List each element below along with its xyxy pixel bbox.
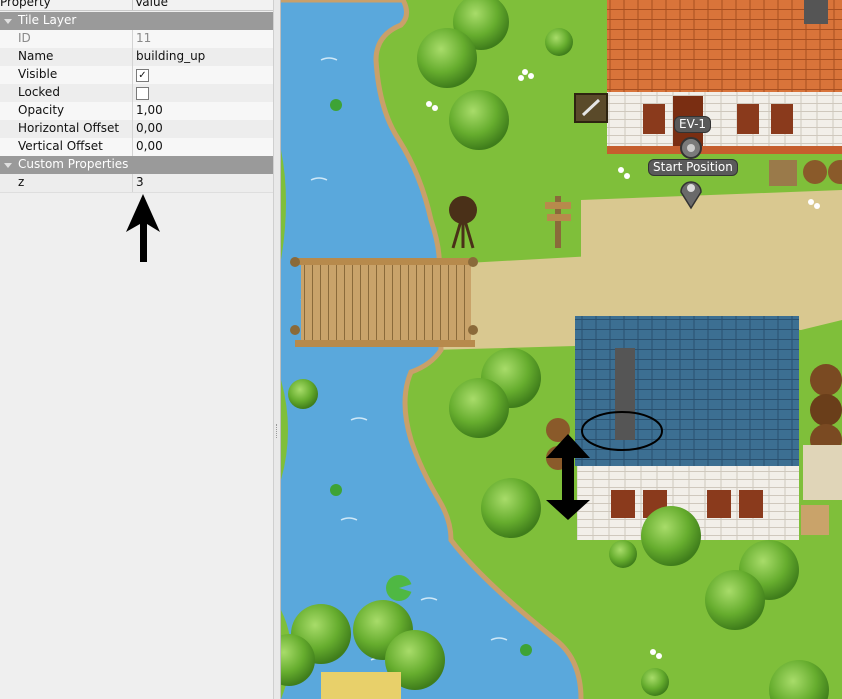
property-label: Vertical Offset	[18, 139, 103, 153]
header-separator	[132, 0, 133, 10]
column-separator	[132, 30, 133, 48]
map-canvas[interactable]: EV-1 Start Position	[281, 0, 842, 699]
group-custom-properties[interactable]: Custom Properties	[0, 156, 273, 174]
column-separator	[132, 120, 133, 138]
property-label: ID	[18, 31, 31, 45]
header-property: Property	[0, 0, 51, 9]
panel-splitter[interactable]	[273, 0, 281, 699]
property-label: Opacity	[18, 103, 65, 117]
property-value: 11	[136, 31, 152, 45]
group-label: Custom Properties	[18, 157, 129, 171]
property-row-name[interactable]: Name building_up	[0, 48, 273, 67]
start-position-badge[interactable]: Start Position	[648, 159, 738, 176]
z-field[interactable]: 3	[136, 175, 144, 189]
event-label-badge[interactable]: EV-1	[674, 116, 712, 133]
orange-roof-house	[607, 0, 842, 154]
column-separator	[132, 138, 133, 156]
opacity-field[interactable]: 1,00	[136, 103, 163, 117]
property-row-id: ID 11	[0, 30, 273, 49]
vertical-offset-field[interactable]: 0,00	[136, 139, 163, 153]
locked-checkbox[interactable]	[136, 87, 149, 100]
property-row-locked[interactable]: Locked	[0, 84, 273, 103]
column-separator	[132, 66, 133, 84]
property-row-z[interactable]: z 3	[0, 174, 273, 193]
crate	[801, 505, 829, 535]
header-value: Value	[135, 0, 168, 9]
blue-roof-house	[575, 316, 799, 540]
chimney	[615, 348, 635, 440]
arrow-up-icon	[126, 194, 160, 262]
column-separator	[132, 102, 133, 120]
name-field[interactable]: building_up	[136, 49, 205, 63]
visible-checkbox[interactable]: ✓	[136, 69, 149, 82]
property-label: Horizontal Offset	[18, 121, 120, 135]
dirt-path	[581, 190, 842, 330]
splitter-grip-icon[interactable]	[276, 424, 279, 438]
properties-panel: Property Value Tile Layer ID 11 Name bui…	[0, 0, 273, 699]
crate-top	[769, 160, 797, 186]
properties-header: Property Value	[0, 0, 273, 11]
group-tile-layer[interactable]: Tile Layer	[0, 12, 273, 30]
property-label: Name	[18, 49, 54, 63]
property-row-opacity[interactable]: Opacity 1,00	[0, 102, 273, 121]
column-separator	[132, 174, 133, 192]
property-row-vertical-offset[interactable]: Vertical Offset 0,00	[0, 138, 273, 157]
collapse-triangle-icon[interactable]	[4, 19, 12, 24]
horizontal-offset-field[interactable]: 0,00	[136, 121, 163, 135]
property-label: Locked	[18, 85, 60, 99]
group-label: Tile Layer	[18, 13, 77, 27]
property-label: Visible	[18, 67, 58, 81]
map-scene	[281, 0, 842, 699]
flower-bed	[321, 672, 401, 699]
column-separator	[132, 84, 133, 102]
property-row-horizontal-offset[interactable]: Horizontal Offset 0,00	[0, 120, 273, 139]
column-separator	[132, 48, 133, 66]
wooden-bridge	[290, 257, 478, 347]
sacks	[803, 445, 842, 500]
property-row-visible[interactable]: Visible ✓	[0, 66, 273, 85]
property-label: z	[18, 175, 25, 189]
collapse-triangle-icon[interactable]	[4, 163, 12, 168]
